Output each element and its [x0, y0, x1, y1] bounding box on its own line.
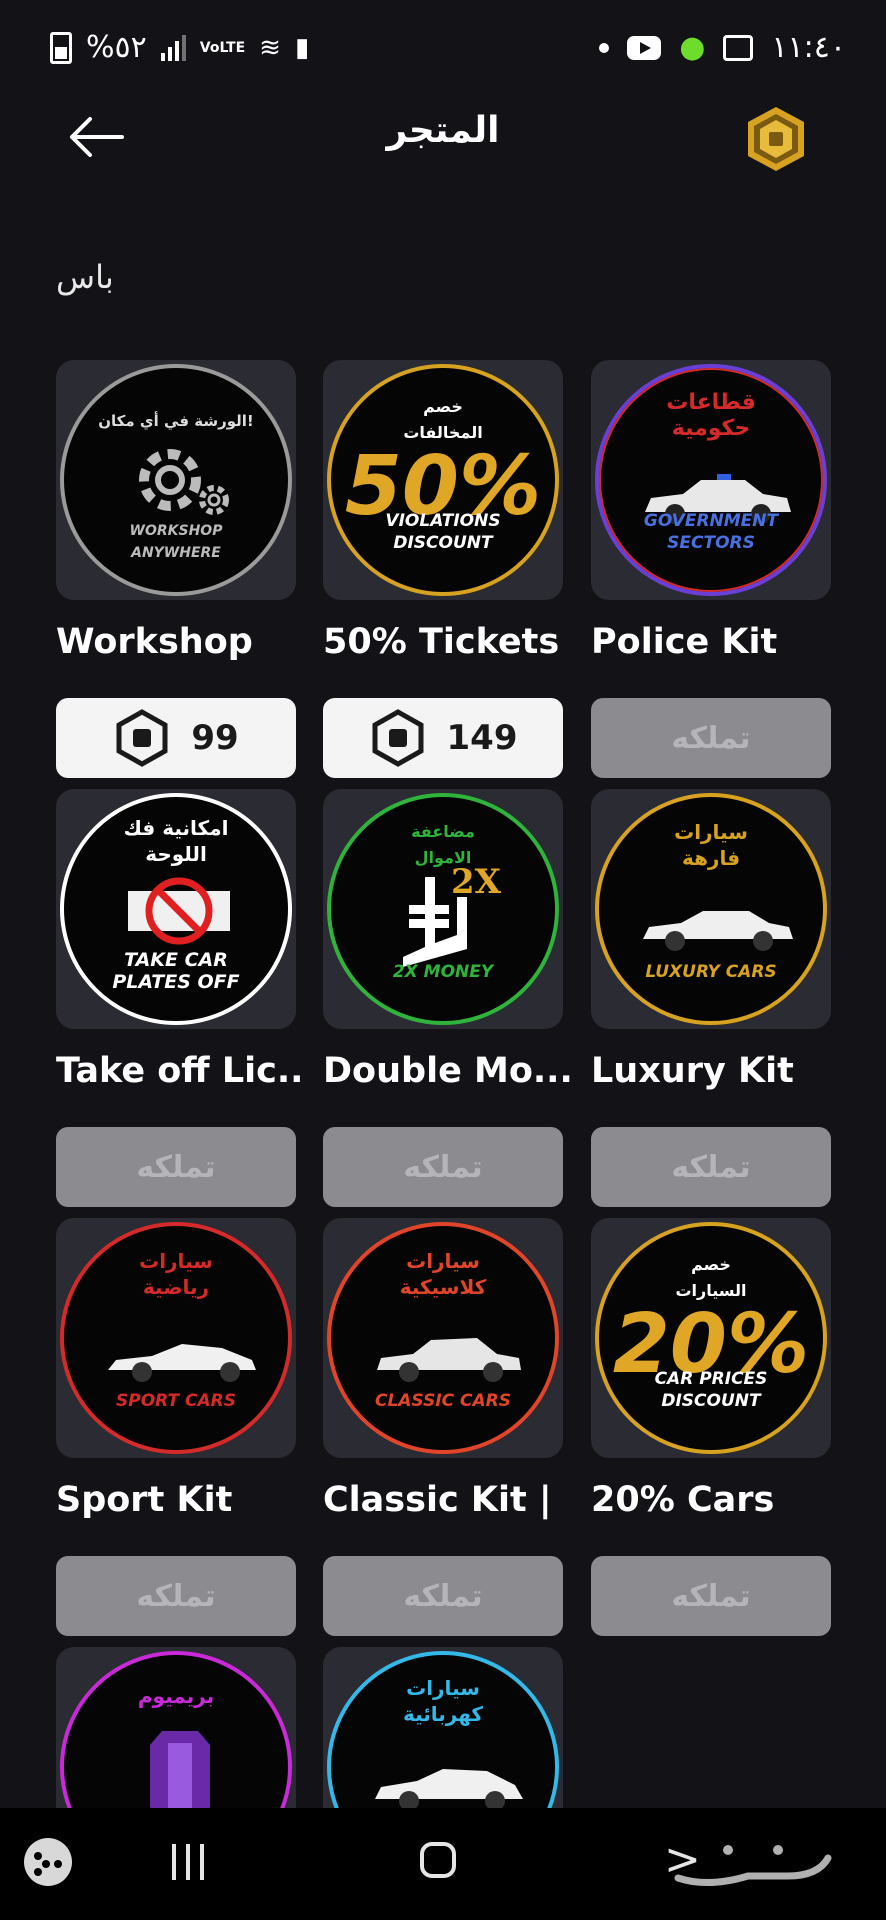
- item-badge: سيارات كلاسيكية CLASSIC CARS: [327, 1222, 559, 1454]
- owned-button[interactable]: تملكه: [591, 698, 831, 778]
- notification-dot-icon: [599, 42, 610, 53]
- badge-bottom-text: 2X MONEY: [392, 962, 494, 982]
- sedan-icon: [643, 911, 793, 951]
- battery-icon: [50, 31, 72, 64]
- buy-button[interactable]: 149: [323, 698, 563, 778]
- item-image[interactable]: امكانية فك اللوحة TAKE CAR PLATES OFF: [56, 789, 296, 1029]
- store-item-double-money[interactable]: مضاعفة الاموال 2X 2X MONEY Double Mo... …: [323, 789, 573, 1207]
- owned-button[interactable]: تملكه: [591, 1556, 831, 1636]
- item-name: Take off Lic...: [56, 1051, 306, 1091]
- badge-bottom-text: CAR PRICES DISCOUNT: [654, 1369, 768, 1411]
- badge-bottom-text: SPORT CARS: [116, 1391, 236, 1411]
- recent-apps-icon[interactable]: [172, 1844, 204, 1880]
- item-image[interactable]: قطاعات حكومية GOVERNMENT SECTORS: [591, 360, 831, 600]
- store-item-police-kit[interactable]: قطاعات حكومية GOVERNMENT SECTORS Police …: [591, 360, 831, 778]
- store-item-take-off-plates[interactable]: امكانية فك اللوحة TAKE CAR PLATES OFF Ta…: [56, 789, 306, 1207]
- store-item-20-cars[interactable]: خصم السيارات 20% CAR PRICES DISCOUNT 20%…: [591, 1218, 831, 1636]
- badge-top-text: سيارات فارهة: [674, 820, 748, 870]
- badge-top-text: سيارات كهربائية: [402, 1676, 484, 1726]
- item-badge: خصم المخالفات 50% VIOLATIONS DISCOUNT: [327, 364, 559, 596]
- system-nav-bar: >: [0, 1808, 886, 1920]
- game-launcher-icon[interactable]: [24, 1838, 72, 1886]
- store-item-luxury-kit[interactable]: سيارات فارهة LUXURY CARS Luxury Kit تملك…: [591, 789, 831, 1207]
- item-name: 50% Tickets: [323, 622, 560, 662]
- wifi-icon: ≋: [259, 32, 281, 63]
- clock: ١١:٤٠: [771, 30, 846, 65]
- owned-button[interactable]: تملكه: [56, 1127, 296, 1207]
- home-icon[interactable]: [420, 1842, 456, 1878]
- robux-coin-icon[interactable]: [744, 104, 808, 174]
- item-name: Double Mo...: [323, 1051, 573, 1091]
- item-image[interactable]: خصم السيارات 20% CAR PRICES DISCOUNT: [591, 1218, 831, 1458]
- buy-button[interactable]: 99: [56, 698, 296, 778]
- owned-button[interactable]: تملكه: [591, 1127, 831, 1207]
- store-item-classic-kit[interactable]: سيارات كلاسيكية CLASSIC CARS Classic Kit…: [323, 1218, 563, 1636]
- battery-percent: %٥٢: [86, 30, 147, 65]
- haraj-watermark: [674, 1845, 832, 1887]
- no-plate-icon: [128, 877, 230, 945]
- sport-car-icon: [108, 1344, 256, 1382]
- volte-label: VoLTE: [199, 39, 246, 56]
- item-name: Sport Kit: [56, 1480, 233, 1520]
- item-badge: قطاعات حكومية GOVERNMENT SECTORS: [595, 364, 827, 596]
- item-image[interactable]: سيارات كلاسيكية CLASSIC CARS: [323, 1218, 563, 1458]
- item-image[interactable]: سيارات رياضية SPORT CARS: [56, 1218, 296, 1458]
- badge-top-text: سيارات كلاسيكية: [399, 1249, 487, 1299]
- price-label: 99: [191, 718, 239, 758]
- badge-top-text: بريميوم: [137, 1684, 215, 1708]
- item-badge: سيارات فارهة LUXURY CARS: [595, 793, 827, 1025]
- item-image[interactable]: سيارات فارهة LUXURY CARS: [591, 789, 831, 1029]
- store-item-50-tickets[interactable]: خصم المخالفات 50% VIOLATIONS DISCOUNT 50…: [323, 360, 563, 778]
- item-badge: مضاعفة الاموال 2X 2X MONEY: [327, 793, 559, 1025]
- item-image[interactable]: مضاعفة الاموال 2X 2X MONEY: [323, 789, 563, 1029]
- item-name: Police Kit: [591, 622, 778, 662]
- gallery-icon: [723, 34, 754, 61]
- item-name: Classic Kit |: [323, 1480, 552, 1520]
- owned-button[interactable]: تملكه: [323, 1556, 563, 1636]
- badge-bottom-text: WORKSHOP ANYWHERE: [129, 523, 223, 561]
- status-left: %٥٢ VoLTE ≋ ▮: [50, 30, 309, 65]
- item-badge: سيارات رياضية SPORT CARS: [60, 1222, 292, 1454]
- badge-main-text: 2X: [451, 862, 502, 902]
- app-notification-icon: ●: [679, 30, 706, 65]
- item-image[interactable]: الورشة في أي مكان! WORKSHOP ANYWHERE: [56, 360, 296, 600]
- status-right: ● ١١:٤٠: [599, 30, 846, 65]
- owned-button[interactable]: تملكه: [323, 1127, 563, 1207]
- badge-top-text: قطاعات حكومية: [666, 390, 756, 441]
- store-item-workshop[interactable]: الورشة في أي مكان! WORKSHOP ANYWHERE Wor…: [56, 360, 296, 778]
- robux-icon: [372, 709, 423, 767]
- watermark-logo: [668, 1828, 868, 1909]
- battery-saver-icon: ▮: [294, 32, 310, 63]
- badge-bottom-text: CLASSIC CARS: [374, 1391, 512, 1411]
- price-label: 149: [446, 718, 518, 758]
- item-name: 20% Cars: [591, 1480, 775, 1520]
- youtube-icon: [627, 35, 662, 60]
- badge-bottom-text: TAKE CAR PLATES OFF: [112, 949, 240, 993]
- item-badge: خصم السيارات 20% CAR PRICES DISCOUNT: [595, 1222, 827, 1454]
- section-title: باس: [56, 258, 114, 296]
- item-name: Luxury Kit: [591, 1051, 794, 1091]
- badge-bottom-text: LUXURY CARS: [645, 962, 777, 982]
- badge-bottom-text: VIOLATIONS DISCOUNT: [385, 511, 501, 553]
- item-badge: امكانية فك اللوحة TAKE CAR PLATES OFF: [60, 793, 292, 1025]
- item-name: Workshop: [56, 622, 253, 662]
- badge-bottom-text: GOVERNMENT SECTORS: [643, 511, 779, 553]
- status-bar: %٥٢ VoLTE ≋ ▮ ● ١١:٤٠: [0, 0, 886, 96]
- item-badge: الورشة في أي مكان! WORKSHOP ANYWHERE: [60, 364, 292, 596]
- store-item-sport-kit[interactable]: سيارات رياضية SPORT CARS Sport Kit تملكه: [56, 1218, 296, 1636]
- gear-icon: [139, 449, 229, 515]
- signal-icon: [160, 34, 186, 61]
- badge-top-text: الورشة في أي مكان!: [98, 412, 254, 430]
- badge-top-text: امكانية فك اللوحة: [123, 816, 229, 866]
- classic-car-icon: [377, 1338, 521, 1382]
- robux-icon: [116, 709, 168, 767]
- item-image[interactable]: خصم المخالفات 50% VIOLATIONS DISCOUNT: [323, 360, 563, 600]
- badge-top-text: سيارات رياضية: [139, 1249, 213, 1299]
- owned-button[interactable]: تملكه: [56, 1556, 296, 1636]
